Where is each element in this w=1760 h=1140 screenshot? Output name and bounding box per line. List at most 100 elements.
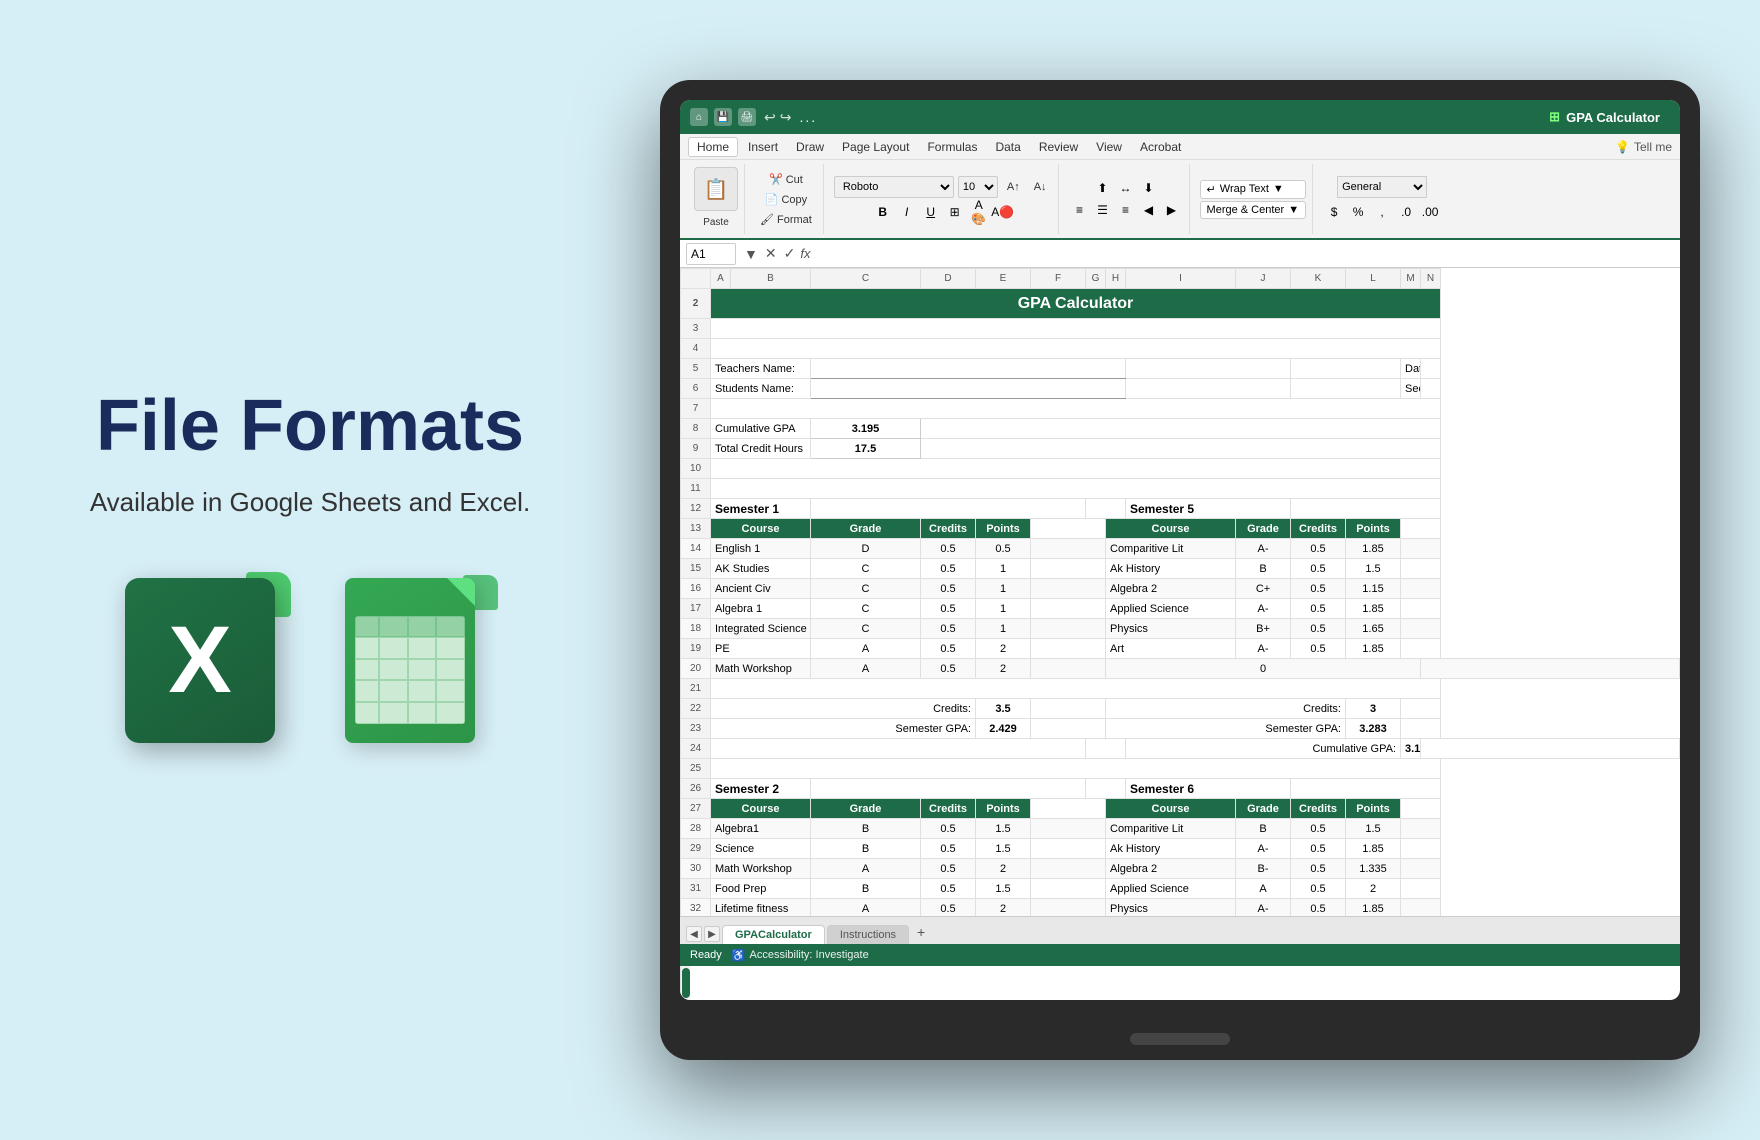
cut-button[interactable]: ✂️ Cut — [764, 170, 808, 188]
sheets-grid-area — [355, 616, 465, 724]
students-name-label: Students Name: — [711, 379, 811, 399]
sheet-tab-instructions[interactable]: Instructions — [827, 925, 909, 944]
comma-button[interactable]: , — [1371, 202, 1393, 222]
tell-me-area[interactable]: 💡 Tell me — [1615, 140, 1672, 154]
total-credit-value: 17.5 — [811, 439, 921, 459]
bold-button[interactable]: B — [872, 202, 894, 222]
laptop-body: ⌂ 💾 🖨 ↩ ↪ ... ⊞ GPA Calculator — [660, 80, 1700, 1060]
indent-right-button[interactable]: ▶ — [1161, 200, 1183, 220]
grid-cell — [436, 680, 465, 702]
ribbon-group-wrap-merge: ↵ Wrap Text ▼ Merge & Center ▼ — [1194, 164, 1314, 234]
menu-item-page-layout[interactable]: Page Layout — [834, 138, 917, 156]
formula-bar: A1 ▼ ✕ ✓ fx — [680, 240, 1680, 268]
expand-formula-button[interactable]: ▼ — [742, 246, 760, 262]
more-options-button[interactable]: ... — [799, 109, 817, 125]
menu-item-draw[interactable]: Draw — [788, 138, 832, 156]
redo-button[interactable]: ↪ — [780, 109, 792, 126]
title-row: 2 GPA Calculator — [681, 289, 1680, 319]
formula-input[interactable] — [816, 247, 1674, 261]
merge-center-button[interactable]: Merge & Center ▼ — [1200, 201, 1307, 219]
menu-item-formulas[interactable]: Formulas — [919, 138, 985, 156]
table-row: 31 Food Prep B 0.5 1.5 Applied Science A… — [681, 879, 1680, 899]
add-sheet-button[interactable]: + — [911, 922, 931, 942]
app-title: GPA Calculator — [1566, 110, 1660, 125]
wrap-text-button[interactable]: ↵ Wrap Text ▼ — [1200, 180, 1307, 199]
underline-button[interactable]: U — [920, 202, 942, 222]
align-left-button[interactable]: ≡ — [1069, 200, 1091, 220]
table-row: 20 Math Workshop A 0.5 2 0 — [681, 659, 1680, 679]
cumulative-gpa-label: Cumulative GPA — [711, 419, 811, 439]
confirm-formula-button[interactable]: ✓ — [782, 245, 798, 262]
decimal-increase-button[interactable]: .0 — [1395, 202, 1417, 222]
currency-button[interactable]: $ — [1323, 202, 1345, 222]
tab-bar: ◀ ▶ GPACalculator Instructions + — [680, 916, 1680, 944]
font-size-select[interactable]: 10 — [958, 176, 998, 198]
tab-nav-prev[interactable]: ◀ — [686, 926, 702, 942]
teachers-name-input[interactable] — [811, 359, 1126, 379]
s5r1-course: Comparitive Lit — [1106, 539, 1236, 559]
number-format-select[interactable]: General — [1337, 176, 1427, 198]
fill-color-button[interactable]: A🎨 — [968, 202, 990, 222]
grid-cell — [355, 616, 379, 638]
save-icon[interactable]: 💾 — [714, 108, 732, 126]
indent-left-button[interactable]: ◀ — [1138, 200, 1160, 220]
left-panel: File Formats Available in Google Sheets … — [0, 0, 620, 1140]
horizontal-align-buttons: ≡ ☰ ≡ ◀ ▶ — [1069, 200, 1183, 220]
align-center-button[interactable]: ☰ — [1092, 200, 1114, 220]
align-right-button[interactable]: ≡ — [1115, 200, 1137, 220]
wrap-text-icon: ↵ — [1207, 183, 1216, 196]
undo-button[interactable]: ↩ — [764, 109, 776, 126]
menu-item-insert[interactable]: Insert — [740, 138, 786, 156]
date-label: Date: — [1401, 359, 1421, 379]
students-name-input[interactable] — [811, 379, 1126, 399]
menu-item-view[interactable]: View — [1088, 138, 1130, 156]
font-color-button[interactable]: A🔴 — [992, 202, 1014, 222]
grid-cell — [436, 702, 465, 724]
format-painter-button[interactable]: 🖌 Format — [755, 210, 817, 228]
table-row: 30 Math Workshop A 0.5 2 Algebra 2 B- 0.… — [681, 859, 1680, 879]
decimal-decrease-button[interactable]: .00 — [1419, 202, 1441, 222]
menu-item-home[interactable]: Home — [688, 137, 738, 157]
grid-cell — [379, 616, 408, 638]
menu-item-review[interactable]: Review — [1031, 138, 1086, 156]
sheet-tab-calculator[interactable]: GPACalculator — [722, 925, 825, 944]
percent-button[interactable]: % — [1347, 202, 1369, 222]
right-panel: ⌂ 💾 🖨 ↩ ↪ ... ⊞ GPA Calculator — [620, 0, 1760, 1140]
sheets-icon-body — [345, 578, 475, 743]
border-button[interactable]: ⊞ — [944, 202, 966, 222]
scrollbar-thumb[interactable] — [682, 968, 690, 998]
empty-row-3: 3 — [681, 319, 1680, 339]
paste-button[interactable]: 📋 — [694, 167, 738, 211]
formula-controls: ▼ ✕ ✓ fx — [742, 245, 810, 262]
copy-button[interactable]: 📄 Copy — [760, 190, 812, 208]
align-bottom-button[interactable]: ⬇ — [1138, 178, 1160, 198]
lightbulb-icon: 💡 — [1615, 140, 1630, 154]
ribbon-group-number: General $ % , .0 .00 — [1317, 164, 1447, 234]
tab-nav-next[interactable]: ▶ — [704, 926, 720, 942]
decrease-font-button[interactable]: A↓ — [1029, 178, 1052, 196]
home-icon[interactable]: ⌂ — [690, 108, 708, 126]
cell-reference-box[interactable]: A1 — [686, 243, 736, 265]
ribbon-group-font: Roboto 10 A↑ A↓ B I U ⊞ — [828, 164, 1059, 234]
increase-font-button[interactable]: A↑ — [1002, 178, 1025, 196]
excel-icon-body: X — [125, 578, 275, 743]
empty-row: 21 — [681, 679, 1680, 699]
vertical-scrollbar[interactable] — [680, 966, 690, 1000]
print-icon[interactable]: 🖨 — [738, 108, 756, 126]
excel-x-letter: X — [168, 613, 231, 708]
menu-item-acrobat[interactable]: Acrobat — [1132, 138, 1189, 156]
font-family-select[interactable]: Roboto — [834, 176, 954, 198]
grid-cell — [436, 616, 465, 638]
cancel-formula-button[interactable]: ✕ — [763, 245, 779, 262]
teachers-name-label: Teachers Name: — [711, 359, 811, 379]
align-middle-button[interactable]: ↔ — [1115, 178, 1137, 198]
empty-row-11: 11 — [681, 479, 1680, 499]
align-top-button[interactable]: ⬆ — [1092, 178, 1114, 198]
vertical-align-buttons: ⬆ ↔ ⬇ — [1092, 178, 1160, 198]
s5-cumulative-gpa: 3.130 — [1401, 739, 1421, 759]
cumulative-gpa-row: 8 Cumulative GPA 3.195 — [681, 419, 1680, 439]
s1-semester-gpa: 2.429 — [976, 719, 1031, 739]
italic-button[interactable]: I — [896, 202, 918, 222]
table-header-row-2: 27 Course Grade Credits Points Course Gr… — [681, 799, 1680, 819]
menu-item-data[interactable]: Data — [987, 138, 1028, 156]
